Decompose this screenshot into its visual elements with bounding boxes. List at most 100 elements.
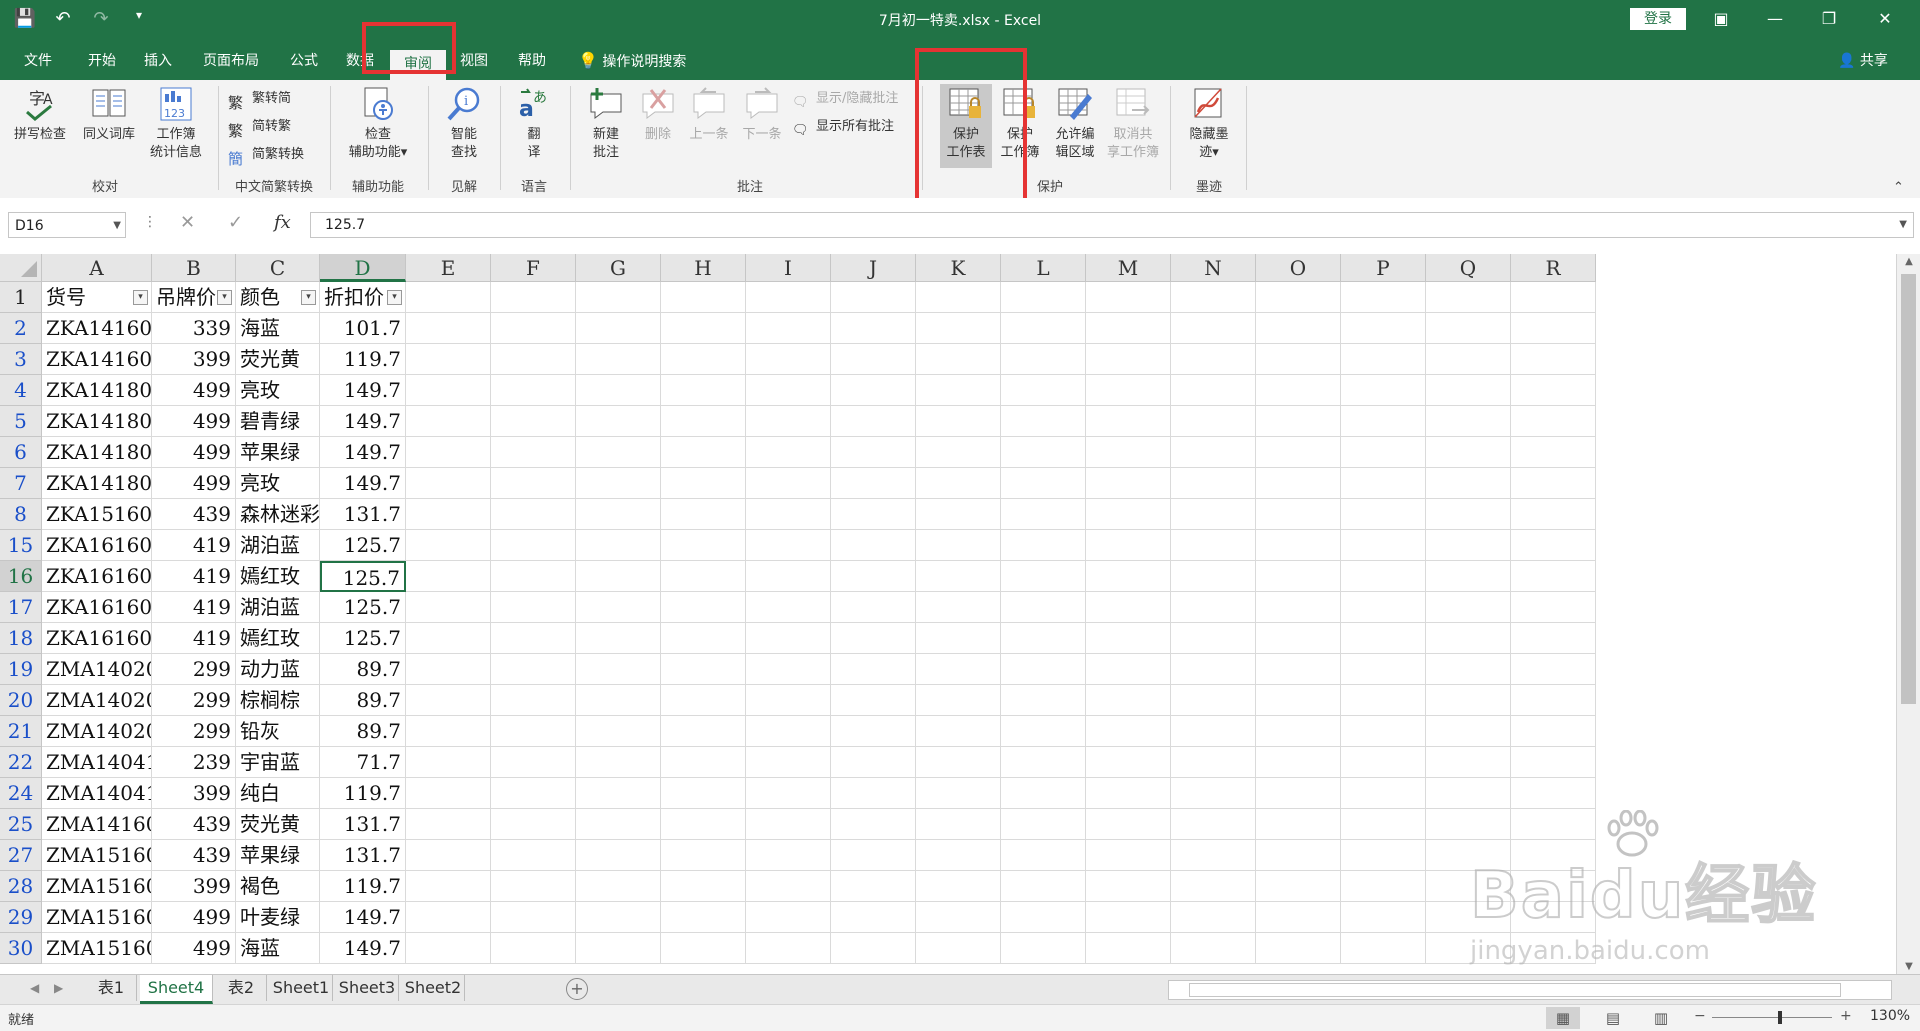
table-cell-color[interactable]: 棕榈棕 [236,685,320,716]
translate-button[interactable]: aあ 翻 译 [508,86,560,162]
empty-cell[interactable] [831,592,916,623]
column-header-f[interactable]: F [491,254,576,282]
filter-dropdown-icon[interactable]: ▾ [387,290,402,305]
empty-cell[interactable] [831,375,916,406]
empty-cell[interactable] [1426,437,1511,468]
row-header[interactable]: 4 [0,375,42,406]
empty-cell[interactable] [1341,685,1426,716]
empty-cell[interactable] [1341,282,1426,313]
row-header[interactable]: 8 [0,499,42,530]
empty-cell[interactable] [831,561,916,592]
empty-cell[interactable] [831,499,916,530]
table-cell-price[interactable]: 499 [152,375,236,406]
empty-cell[interactable] [1001,468,1086,499]
empty-cell[interactable] [1511,747,1596,778]
table-header-cell[interactable]: 折扣价 ▾ [320,282,406,313]
empty-cell[interactable] [491,778,576,809]
page-break-view-icon[interactable]: ▥ [1644,1007,1678,1029]
empty-cell[interactable] [1086,282,1171,313]
empty-cell[interactable] [1511,530,1596,561]
empty-cell[interactable] [1256,716,1341,747]
table-cell-discount[interactable]: 89.7 [320,654,406,685]
empty-cell[interactable] [406,840,491,871]
empty-cell[interactable] [1001,902,1086,933]
empty-cell[interactable] [1511,375,1596,406]
empty-cell[interactable] [1341,406,1426,437]
row-header[interactable]: 7 [0,468,42,499]
empty-cell[interactable] [1511,468,1596,499]
empty-cell[interactable] [1511,406,1596,437]
empty-cell[interactable] [1171,561,1256,592]
row-header[interactable]: 18 [0,623,42,654]
empty-cell[interactable] [1171,933,1256,964]
empty-cell[interactable] [491,623,576,654]
table-cell-id[interactable]: ZKA1616006 [42,592,152,623]
empty-cell[interactable] [661,716,746,747]
table-cell-id[interactable]: ZKA1416001 [42,313,152,344]
empty-cell[interactable] [916,685,1001,716]
table-cell-color[interactable]: 湖泊蓝 [236,530,320,561]
table-cell-price[interactable]: 419 [152,530,236,561]
empty-cell[interactable] [1256,902,1341,933]
empty-cell[interactable] [1171,809,1256,840]
zoom-out-icon[interactable]: − [1694,1008,1706,1024]
spelling-button[interactable]: 字A 拼写检查 [8,86,72,144]
table-cell-price[interactable]: 239 [152,747,236,778]
empty-cell[interactable] [1511,685,1596,716]
add-sheet-icon[interactable]: + [566,978,588,1000]
sheet-tab[interactable]: Sheet2 [402,975,465,1001]
empty-cell[interactable] [831,778,916,809]
empty-cell[interactable] [1171,313,1256,344]
empty-cell[interactable] [1086,530,1171,561]
empty-cell[interactable] [576,344,661,375]
empty-cell[interactable] [406,716,491,747]
table-cell-id[interactable]: ZMA1404199 [42,778,152,809]
empty-cell[interactable] [406,530,491,561]
row-header[interactable]: 24 [0,778,42,809]
empty-cell[interactable] [491,747,576,778]
empty-cell[interactable] [406,809,491,840]
empty-cell[interactable] [746,778,831,809]
empty-cell[interactable] [576,499,661,530]
empty-cell[interactable] [1341,530,1426,561]
convert-button[interactable]: 簡简繁转换 [228,142,304,168]
table-cell-price[interactable]: 439 [152,809,236,840]
table-cell-price[interactable]: 499 [152,902,236,933]
page-layout-view-icon[interactable]: ▤ [1596,1007,1630,1029]
empty-cell[interactable] [1426,499,1511,530]
empty-cell[interactable] [1256,375,1341,406]
empty-cell[interactable] [831,468,916,499]
empty-cell[interactable] [831,747,916,778]
empty-cell[interactable] [1171,592,1256,623]
empty-cell[interactable] [1001,809,1086,840]
empty-cell[interactable] [491,871,576,902]
empty-cell[interactable] [406,375,491,406]
column-header-i[interactable]: I [746,254,831,282]
empty-cell[interactable] [1086,313,1171,344]
table-cell-discount[interactable]: 131.7 [320,840,406,871]
empty-cell[interactable] [1341,654,1426,685]
empty-cell[interactable] [1001,344,1086,375]
empty-cell[interactable] [1511,778,1596,809]
empty-cell[interactable] [746,592,831,623]
empty-cell[interactable] [1256,282,1341,313]
next-comment-button[interactable]: 下一条 [736,86,788,144]
table-cell-id[interactable]: ZKA1418002 [42,406,152,437]
empty-cell[interactable] [1171,499,1256,530]
row-header[interactable]: 2 [0,313,42,344]
empty-cell[interactable] [406,747,491,778]
table-header-cell[interactable]: 颜色 ▾ [236,282,320,313]
row-header[interactable]: 29 [0,902,42,933]
enter-icon[interactable]: ✓ [228,212,243,233]
empty-cell[interactable] [576,530,661,561]
empty-cell[interactable] [1341,499,1426,530]
empty-cell[interactable] [576,375,661,406]
expand-formula-icon[interactable]: ▼ [1899,213,1907,237]
table-cell-color[interactable]: 嫣红玫 [236,623,320,654]
table-cell-color[interactable]: 动力蓝 [236,654,320,685]
close-icon[interactable]: ✕ [1862,4,1908,34]
ribbon-display-options-icon[interactable]: ▣ [1698,4,1744,34]
table-cell-color[interactable]: 苹果绿 [236,840,320,871]
empty-cell[interactable] [1171,623,1256,654]
table-cell-price[interactable]: 419 [152,592,236,623]
